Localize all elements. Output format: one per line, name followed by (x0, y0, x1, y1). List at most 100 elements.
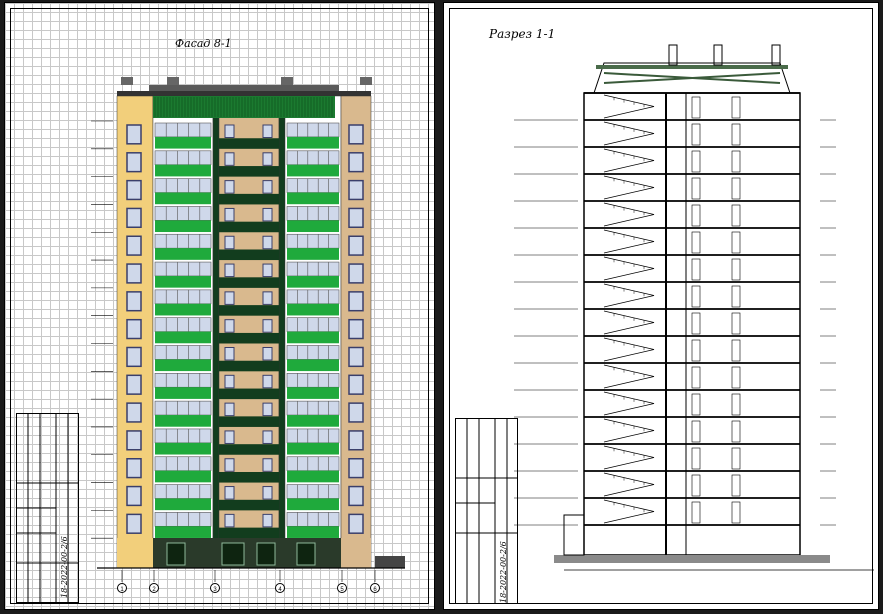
side-window (126, 458, 142, 479)
balcony-rail (287, 415, 339, 427)
balcony-rail (287, 387, 339, 399)
balcony-rail (155, 275, 211, 288)
mid-window (262, 291, 273, 305)
balcony-glazing (154, 206, 212, 221)
apartment-door (731, 123, 741, 146)
balcony-rail (155, 220, 211, 233)
balcony-glazing (286, 428, 340, 444)
mid-window (224, 374, 235, 389)
balcony-rail (287, 442, 339, 455)
side-window (126, 207, 142, 228)
apartment-door (731, 393, 741, 416)
stair-flight (603, 121, 655, 146)
side-window (126, 263, 142, 284)
balcony-glazing (154, 317, 212, 332)
side-window (348, 291, 364, 312)
entrance-door (256, 542, 276, 566)
mid-window (224, 430, 235, 444)
balcony-rail (287, 275, 339, 288)
apartment-door (731, 96, 741, 119)
foundation (554, 555, 830, 563)
ground-side (341, 538, 371, 568)
mid-window (262, 374, 273, 389)
apartment-door (731, 420, 741, 443)
side-window (348, 402, 364, 423)
stair-flight (603, 499, 655, 524)
balcony-rail (287, 192, 339, 205)
balcony-rail (155, 526, 211, 538)
mid-window (262, 430, 273, 444)
balcony-glazing (286, 206, 340, 221)
balcony-glazing (286, 373, 340, 388)
mid-band (219, 166, 279, 177)
stair-flight (603, 364, 655, 389)
stamp-code: 18-2022-00-2/6 (60, 536, 69, 598)
apartment-door (731, 366, 741, 389)
balcony-glazing (286, 289, 340, 305)
balcony-glazing (154, 456, 212, 471)
side-window (348, 235, 364, 256)
stamp-grid (455, 418, 518, 604)
side-window (126, 346, 142, 368)
mid-window (262, 319, 273, 333)
mid-window (224, 486, 235, 500)
side-window (348, 458, 364, 479)
side-window (348, 318, 364, 340)
mid-band (219, 193, 279, 205)
balcony-rail (155, 359, 211, 372)
apartment-door (731, 150, 741, 173)
mid-window (224, 152, 235, 166)
balcony-rail (287, 136, 339, 149)
balcony-rail (287, 359, 339, 372)
mid-band (219, 360, 279, 372)
mid-window (262, 263, 273, 278)
mid-window (224, 458, 235, 472)
stamp-grid (16, 413, 79, 603)
side-window (126, 374, 142, 395)
balcony-glazing (286, 150, 340, 166)
mid-window (262, 207, 273, 222)
balcony-glazing (154, 233, 212, 249)
ground-side (117, 538, 153, 568)
balcony-glazing (154, 150, 212, 166)
mid-band (219, 527, 279, 539)
apartment-door (691, 420, 701, 443)
apartment-door (691, 123, 701, 146)
side-window (126, 513, 142, 534)
balcony-glazing (286, 233, 340, 249)
entrance-porch (563, 514, 585, 556)
side-window (348, 346, 364, 368)
apartment-door (691, 96, 701, 119)
stair-flight (603, 337, 655, 362)
roof-vent (771, 44, 781, 66)
apartment-door (691, 339, 701, 362)
mid-window (224, 180, 235, 194)
mid-band (219, 249, 279, 261)
balcony-rail (155, 303, 211, 316)
balcony-glazing (286, 456, 340, 471)
side-window (126, 235, 142, 256)
stair-flight (603, 472, 655, 497)
mid-window (262, 152, 273, 166)
mid-window (224, 263, 235, 278)
mid-band (219, 332, 279, 344)
apartment-door (731, 501, 741, 524)
stair-flight (603, 229, 655, 254)
apartment-door (691, 501, 701, 524)
balcony-glazing (286, 512, 340, 527)
title-block-stamp: 18-2022-00-2/6 (16, 413, 79, 603)
stair-flight (603, 310, 655, 335)
apartment-door (691, 177, 701, 200)
side-window (348, 485, 364, 507)
apartment-door (691, 204, 701, 227)
facade-sheet: Фасад 8-1 123456 18-2022-00-2/6 (4, 2, 435, 610)
entrance-canopy (375, 556, 405, 568)
apartment-door (731, 339, 741, 362)
mid-window (224, 513, 235, 528)
stair-flight (603, 391, 655, 416)
entrance-door (221, 542, 245, 566)
section-sheet: Разрез 1-1 18-2022-00-2/6 (443, 2, 879, 610)
mid-window (224, 235, 235, 250)
side-window (348, 374, 364, 395)
apartment-door (731, 231, 741, 254)
